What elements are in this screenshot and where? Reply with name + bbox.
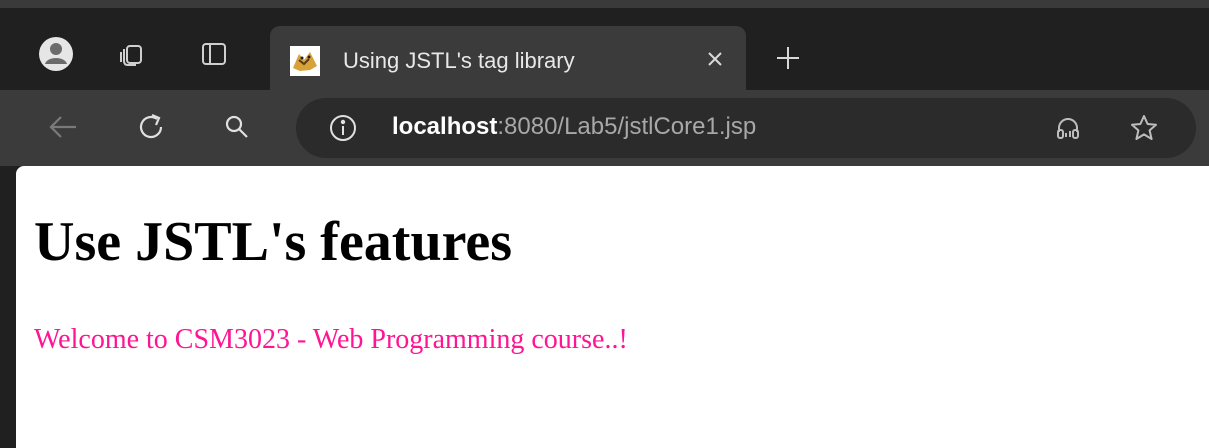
browser-window: Using JSTL's tag library localhost:8080/… xyxy=(0,0,1209,448)
profile-avatar-icon[interactable] xyxy=(34,32,78,76)
search-icon[interactable] xyxy=(214,104,260,150)
tab-bar: Using JSTL's tag library xyxy=(0,8,1209,98)
page-content: Use JSTL's features Welcome to CSM3023 -… xyxy=(16,166,1209,448)
tab-title: Using JSTL's tag library xyxy=(343,48,575,73)
url-host: localhost xyxy=(392,113,498,140)
welcome-message: Welcome to CSM3023 - Web Programming cou… xyxy=(34,324,628,355)
headphones-icon[interactable] xyxy=(1050,110,1086,146)
tab-active[interactable]: Using JSTL's tag library xyxy=(270,26,746,98)
tomcat-favicon-icon xyxy=(290,46,320,76)
address-bar[interactable]: localhost:8080/Lab5/jstlCore1.jsp xyxy=(296,98,1196,158)
navigation-toolbar: localhost:8080/Lab5/jstlCore1.jsp xyxy=(0,90,1209,166)
plus-icon[interactable] xyxy=(766,36,810,80)
back-arrow-icon[interactable] xyxy=(40,104,86,150)
url-text[interactable]: localhost:8080/Lab5/jstlCore1.jsp xyxy=(392,113,756,141)
info-icon[interactable] xyxy=(326,111,360,145)
tab-actions-icon[interactable] xyxy=(192,32,236,76)
page-heading: Use JSTL's features xyxy=(34,211,513,273)
star-icon[interactable] xyxy=(1126,110,1162,146)
close-icon[interactable] xyxy=(698,42,732,76)
workspaces-icon[interactable] xyxy=(110,32,154,76)
url-path: :8080/Lab5/jstlCore1.jsp xyxy=(497,113,757,140)
refresh-icon[interactable] xyxy=(128,104,174,150)
window-top-border xyxy=(0,0,1209,8)
